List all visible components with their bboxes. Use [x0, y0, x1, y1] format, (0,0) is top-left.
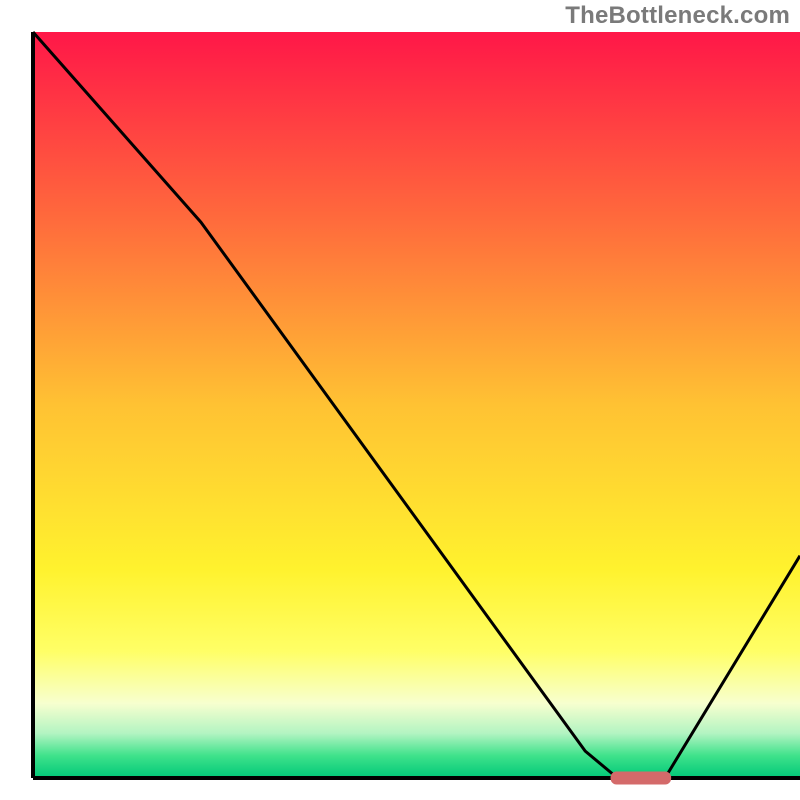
plot-background: [33, 32, 800, 778]
chart-container: TheBottleneck.com: [0, 0, 800, 800]
bottleneck-chart: [0, 0, 800, 800]
optimal-marker: [611, 772, 672, 785]
